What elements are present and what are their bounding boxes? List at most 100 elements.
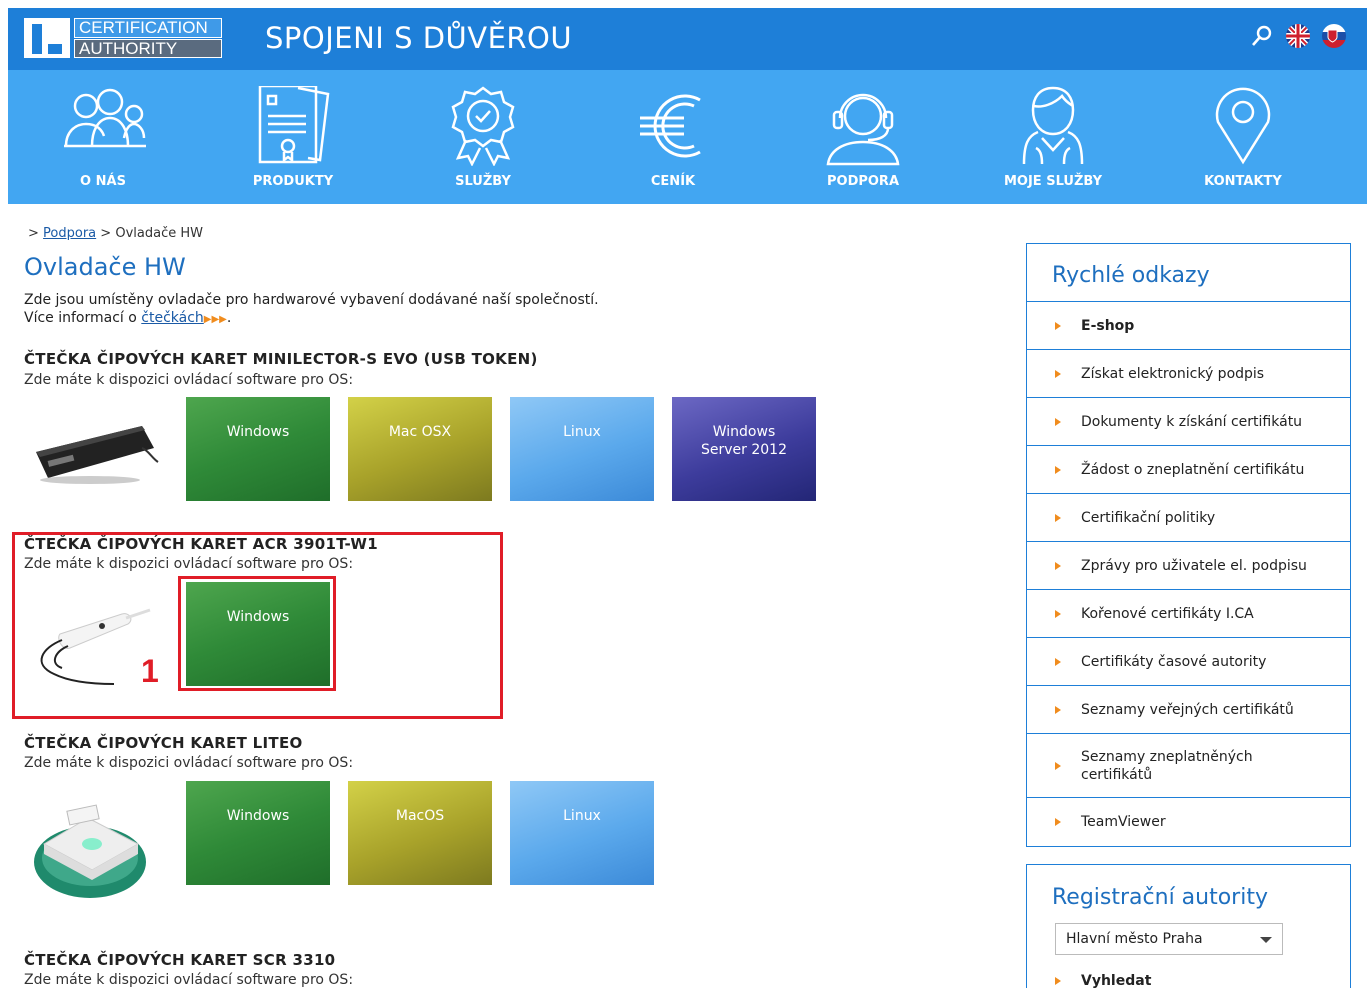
nav-label: CENÍK bbox=[650, 174, 696, 189]
nav-item-moje-sluzby[interactable]: MOJE SLUŽBY bbox=[958, 70, 1148, 204]
region-select[interactable]: Hlavní město Praha bbox=[1055, 923, 1283, 955]
top-header: CERTIFICATION AUTHORITY SPOJENI S DŮVĚRO… bbox=[8, 8, 1367, 70]
people-icon bbox=[64, 88, 146, 148]
nav-label: O NÁS bbox=[80, 174, 126, 189]
intro-line-1: Zde jsou umístěny ovladače pro hardwarov… bbox=[24, 292, 599, 308]
breadcrumb-sep: > bbox=[100, 226, 112, 241]
section-title: ČTEČKA ČIPOVÝCH KARET LITEO bbox=[24, 734, 303, 752]
quick-link[interactable]: Dokumenty k získání certifikátu bbox=[1027, 398, 1350, 446]
nav-item-sluzby[interactable]: SLUŽBY bbox=[388, 70, 578, 204]
arrow-right-icon bbox=[1055, 705, 1061, 714]
arrows-icon: ▶▶▶ bbox=[203, 314, 227, 325]
flag-sk-icon[interactable] bbox=[1321, 23, 1347, 49]
quick-links-panel: Rychlé odkazy E-shop Získat elektronický… bbox=[1026, 243, 1351, 847]
arrow-right-icon bbox=[1055, 761, 1061, 770]
nav-label: KONTAKTY bbox=[1204, 174, 1282, 189]
annotation-marker: 1 bbox=[141, 653, 159, 689]
region-select-value: Hlavní město Praha bbox=[1066, 931, 1203, 947]
section-subtitle: Zde máte k dispozici ovládací software p… bbox=[24, 755, 354, 771]
logo-mark-icon bbox=[24, 18, 70, 58]
logo-text-top: CERTIFICATION bbox=[74, 18, 222, 38]
nav-item-cenik[interactable]: CENÍK bbox=[578, 70, 768, 204]
quick-link[interactable]: Získat elektronický podpis bbox=[1027, 350, 1350, 398]
nav-item-kontakty[interactable]: KONTAKTY bbox=[1148, 70, 1338, 204]
download-tile-macos[interactable]: MacOS bbox=[348, 781, 492, 885]
arrow-right-icon bbox=[1055, 369, 1061, 378]
intro-line-2: Více informací o čtečkách▶▶▶. bbox=[24, 309, 599, 329]
arrow-right-icon bbox=[1055, 561, 1061, 570]
quick-link[interactable]: Seznamy veřejných certifikátů bbox=[1027, 686, 1350, 734]
quick-links-title: Rychlé odkazy bbox=[1027, 244, 1350, 302]
search-link[interactable]: Vyhledat bbox=[1055, 973, 1151, 988]
arrow-right-icon bbox=[1055, 417, 1061, 426]
quick-link[interactable]: Kořenové certifikáty I.CA bbox=[1027, 590, 1350, 638]
arrow-right-icon bbox=[1055, 321, 1061, 330]
intro-text: Zde jsou umístěny ovladače pro hardwarov… bbox=[24, 291, 599, 329]
arrow-right-icon bbox=[1055, 513, 1061, 522]
arrow-right-icon bbox=[1055, 465, 1061, 474]
nav-item-produkty[interactable]: PRODUKTY bbox=[198, 70, 388, 204]
arrow-right-icon bbox=[1055, 818, 1061, 826]
nav-label: MOJE SLUŽBY bbox=[1003, 174, 1102, 189]
nav-item-podpora[interactable]: PODPORA bbox=[768, 70, 958, 204]
flag-uk-icon[interactable] bbox=[1285, 23, 1311, 49]
documents-icon bbox=[258, 86, 330, 164]
nav-label: PRODUKTY bbox=[252, 174, 334, 189]
liteo-reader-image bbox=[34, 804, 146, 898]
section-title: ČTEČKA ČIPOVÝCH KARET MINILECTOR-S EVO (… bbox=[24, 350, 538, 368]
section-subtitle: Zde máte k dispozici ovládací software p… bbox=[24, 972, 354, 988]
download-tile-windows-server-2012[interactable]: Windows Server 2012 bbox=[672, 397, 816, 501]
quick-link[interactable]: Certifikační politiky bbox=[1027, 494, 1350, 542]
arrow-right-icon bbox=[1055, 977, 1061, 985]
main-nav: O NÁS PRODUKTY SLUŽBY CENÍK PODPORA MOJE… bbox=[8, 70, 1367, 204]
download-tile-windows[interactable]: Windows bbox=[186, 781, 330, 885]
download-tile-linux[interactable]: Linux bbox=[510, 781, 654, 885]
search-icon[interactable] bbox=[1249, 23, 1275, 49]
user-icon bbox=[1022, 86, 1084, 165]
quick-link-label: E-shop bbox=[1081, 317, 1135, 334]
quick-link[interactable]: Seznamy zneplatněných certifikátů bbox=[1027, 734, 1350, 798]
arrow-right-icon bbox=[1055, 609, 1061, 618]
quick-link[interactable]: E-shop bbox=[1027, 302, 1350, 350]
quick-link-label: Seznamy zneplatněných certifikátů bbox=[1081, 748, 1253, 783]
award-icon bbox=[451, 86, 515, 166]
intro-prefix: Více informací o bbox=[24, 310, 137, 326]
ica-logo[interactable]: CERTIFICATION AUTHORITY bbox=[24, 18, 222, 58]
arrow-right-icon bbox=[1055, 657, 1061, 666]
quick-link-label: Žádost o zneplatnění certifikátu bbox=[1081, 461, 1305, 478]
nav-label: SLUŽBY bbox=[455, 174, 511, 189]
quick-link[interactable]: Zprávy pro uživatele el. podpisu bbox=[1027, 542, 1350, 590]
euro-icon bbox=[640, 94, 701, 158]
quick-link[interactable]: Žádost o zneplatnění certifikátu bbox=[1027, 446, 1350, 494]
quick-link-label: Zprávy pro uživatele el. podpisu bbox=[1081, 557, 1307, 574]
download-tile-linux[interactable]: Linux bbox=[510, 397, 654, 501]
registration-title: Registrační autority bbox=[1052, 885, 1268, 910]
chevron-down-icon bbox=[1260, 937, 1272, 943]
section-title: ČTEČKA ČIPOVÝCH KARET SCR 3310 bbox=[24, 951, 336, 969]
highlight-frame-tile bbox=[178, 576, 336, 691]
quick-link[interactable]: TeamViewer bbox=[1027, 798, 1350, 846]
nav-item-o-nas[interactable]: O NÁS bbox=[8, 70, 198, 204]
download-tile-macosx[interactable]: Mac OSX bbox=[348, 397, 492, 501]
intro-link-ctecky[interactable]: čtečkách bbox=[141, 310, 204, 326]
logo-text-bottom: AUTHORITY bbox=[74, 39, 222, 58]
breadcrumb-sep: > bbox=[28, 226, 39, 241]
nav-label: PODPORA bbox=[826, 174, 900, 189]
quick-link-label: Získat elektronický podpis bbox=[1081, 365, 1265, 382]
usb-token-image bbox=[36, 426, 159, 484]
quick-link-label: TeamViewer bbox=[1081, 814, 1166, 830]
breadcrumb-current: Ovladače HW bbox=[115, 226, 203, 241]
intro-suffix: . bbox=[226, 310, 232, 326]
quick-link-label: Certifikáty časové autority bbox=[1081, 653, 1267, 670]
quick-link-label: Dokumenty k získání certifikátu bbox=[1081, 413, 1303, 430]
search-link-label: Vyhledat bbox=[1081, 973, 1152, 988]
quick-link[interactable]: Certifikáty časové autority bbox=[1027, 638, 1350, 686]
location-pin-icon bbox=[1215, 87, 1271, 165]
page-title: Ovladače HW bbox=[24, 253, 186, 281]
quick-link-label: Seznamy veřejných certifikátů bbox=[1081, 701, 1294, 718]
breadcrumb-link-podpora[interactable]: Podpora bbox=[43, 226, 96, 241]
registration-panel: Registrační autority Hlavní město Praha … bbox=[1026, 864, 1351, 988]
download-tile-windows[interactable]: Windows bbox=[186, 397, 330, 501]
quick-link-label: Certifikační politiky bbox=[1081, 509, 1216, 526]
headset-icon bbox=[826, 93, 900, 166]
